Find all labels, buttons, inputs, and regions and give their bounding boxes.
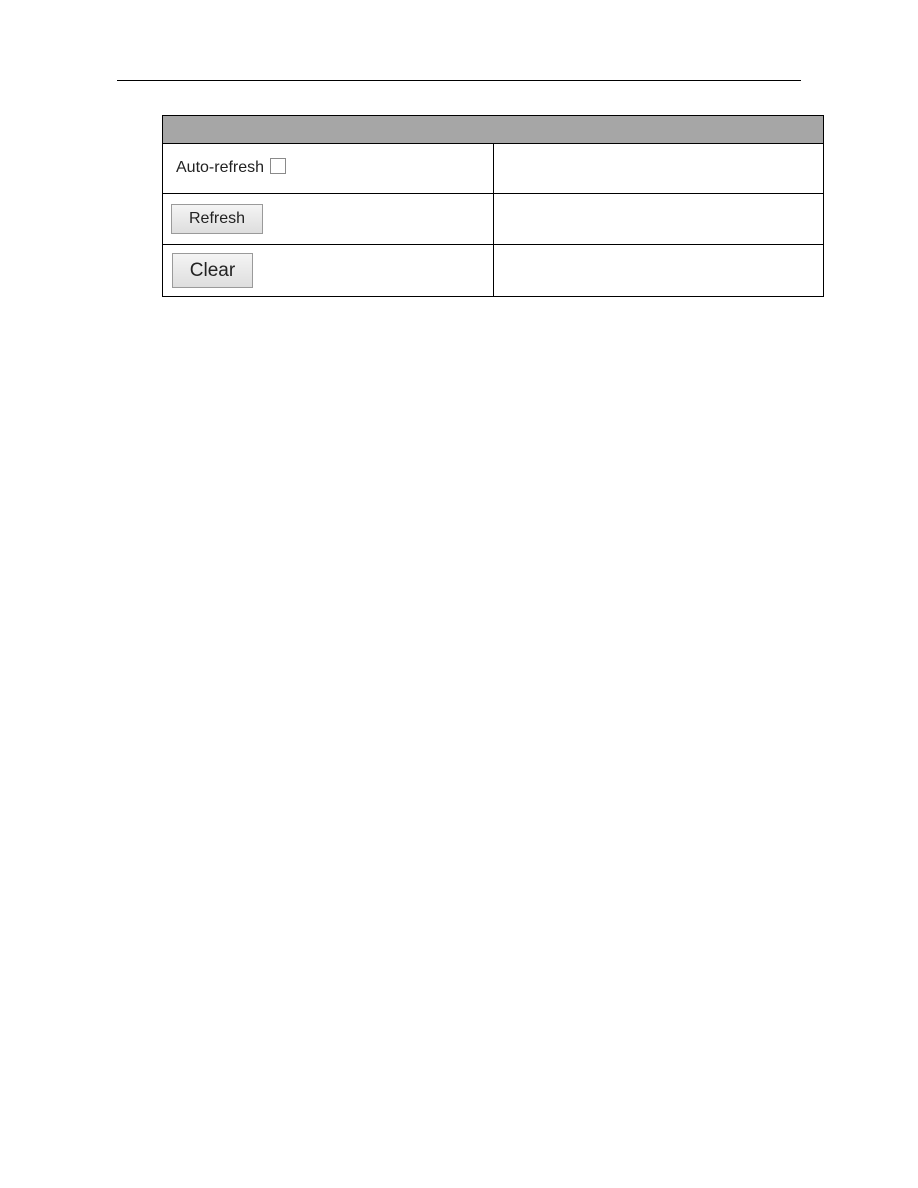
table-row: Clear (162, 244, 824, 297)
auto-refresh-cell: Auto-refresh (162, 143, 494, 194)
refresh-description (492, 193, 824, 245)
auto-refresh-description (492, 143, 824, 194)
table-header-row (162, 115, 824, 144)
clear-description (492, 244, 824, 297)
controls-table: Auto-refresh Refresh Clear (162, 115, 824, 297)
table-header (162, 115, 824, 144)
page-header-rule (117, 80, 801, 81)
auto-refresh-checkbox[interactable] (270, 158, 287, 175)
clear-button[interactable]: Clear (172, 253, 253, 288)
clear-cell: Clear (162, 244, 494, 297)
refresh-button[interactable]: Refresh (171, 204, 263, 234)
table-row: Refresh (162, 193, 824, 245)
refresh-cell: Refresh (162, 193, 494, 245)
table-row: Auto-refresh (162, 143, 824, 194)
auto-refresh-label: Auto-refresh (176, 159, 265, 177)
